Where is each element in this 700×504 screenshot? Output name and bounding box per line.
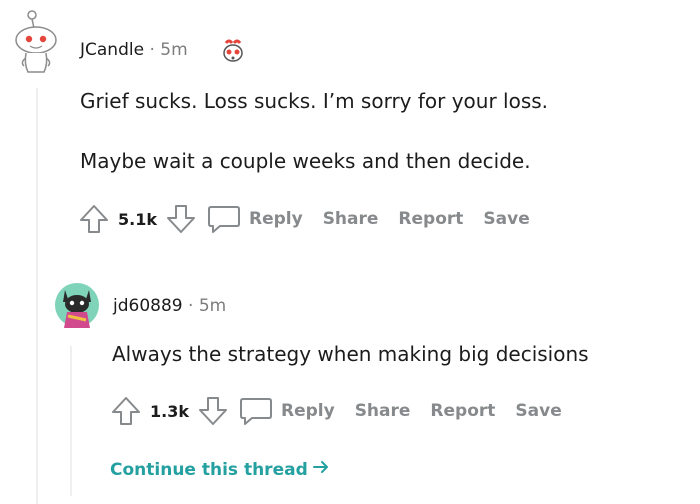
reply-label: Reply [248, 209, 303, 229]
arrow-right-icon [312, 459, 330, 480]
comment-body-line: Maybe wait a couple weeks and then decid… [80, 149, 531, 173]
snoo-avatar-icon [15, 10, 57, 73]
downvote-arrow-icon[interactable] [197, 395, 229, 427]
cat-avatar-icon [55, 283, 99, 328]
comment-bubble-icon [239, 396, 273, 426]
downvote-arrow-icon[interactable] [165, 203, 197, 235]
comment-body-line: Grief sucks. Loss sucks. I’m sorry for y… [80, 89, 549, 113]
upvote-arrow-icon[interactable] [78, 203, 110, 235]
avatar[interactable] [54, 280, 100, 330]
comment-body-line: Always the strategy when making big deci… [112, 342, 589, 366]
share-button[interactable]: Share [355, 401, 411, 421]
thread-line-level-1[interactable] [36, 88, 38, 504]
reply-button[interactable]: Reply [239, 396, 335, 426]
report-button[interactable]: Report [430, 401, 495, 421]
timestamp[interactable]: 5m [199, 296, 226, 316]
comment-bubble-icon [207, 204, 241, 234]
meta-separator: · [188, 296, 194, 316]
comment-actions: 5.1k Reply Share Report Save [78, 204, 530, 234]
save-button[interactable]: Save [515, 401, 561, 421]
continue-thread-link[interactable]: Continue this thread [110, 459, 330, 480]
timestamp[interactable]: 5m [160, 40, 187, 60]
award-icon[interactable] [219, 37, 247, 65]
meta-separator: · [149, 40, 155, 60]
report-button[interactable]: Report [398, 209, 463, 229]
vote-count: 5.1k [118, 209, 157, 229]
reply-label: Reply [280, 401, 335, 421]
comment-meta: JCandle · 5m [80, 40, 188, 60]
continue-thread-label: Continue this thread [110, 459, 308, 480]
avatar[interactable] [8, 10, 64, 76]
upvote-arrow-icon[interactable] [110, 395, 142, 427]
thread-line-level-2[interactable] [70, 346, 72, 496]
vote-count: 1.3k [150, 401, 189, 421]
save-button[interactable]: Save [483, 209, 529, 229]
share-button[interactable]: Share [323, 209, 379, 229]
comment-meta: jd60889 · 5m [113, 296, 226, 316]
author-name[interactable]: jd60889 [113, 296, 183, 316]
comment-actions: 1.3k Reply Share Report Save [110, 396, 562, 426]
author-name[interactable]: JCandle [80, 40, 144, 60]
reply-button[interactable]: Reply [207, 204, 303, 234]
